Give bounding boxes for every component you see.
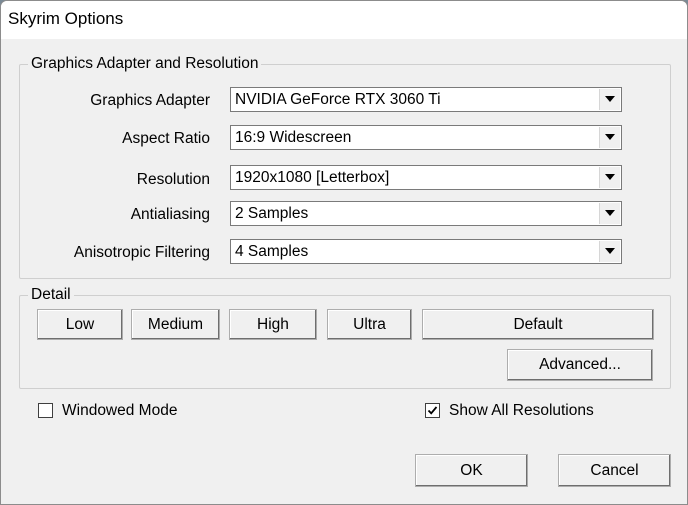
chevron-down-icon[interactable] bbox=[599, 127, 620, 148]
windowed-mode-checkbox[interactable] bbox=[38, 403, 53, 418]
show-all-resolutions-label[interactable]: Show All Resolutions bbox=[449, 402, 594, 420]
cancel-button[interactable]: Cancel bbox=[558, 454, 671, 487]
windowed-mode-label[interactable]: Windowed Mode bbox=[62, 402, 177, 420]
chevron-down-icon[interactable] bbox=[599, 167, 620, 188]
aspect-ratio-label: Aspect Ratio bbox=[122, 130, 210, 147]
high-button-label: High bbox=[257, 315, 289, 333]
resolution-value: 1920x1080 [Letterbox] bbox=[235, 169, 390, 186]
checkmark-icon bbox=[427, 406, 438, 415]
ultra-button-label: Ultra bbox=[353, 315, 386, 333]
antialiasing-value: 2 Samples bbox=[235, 205, 309, 222]
antialiasing-label: Antialiasing bbox=[130, 206, 210, 223]
show-all-resolutions-checkbox[interactable] bbox=[425, 403, 440, 418]
default-preset-button[interactable]: Default bbox=[422, 309, 654, 340]
ok-button[interactable]: OK bbox=[415, 454, 528, 487]
resolution-select[interactable]: 1920x1080 [Letterbox] bbox=[230, 165, 622, 190]
anisotropic-filtering-label: Anisotropic Filtering bbox=[73, 244, 210, 261]
ultra-preset-button[interactable]: Ultra bbox=[327, 309, 412, 340]
default-button-label: Default bbox=[513, 315, 563, 333]
ok-button-label: OK bbox=[460, 461, 483, 479]
chevron-down-icon[interactable] bbox=[599, 89, 620, 110]
medium-button-label: Medium bbox=[147, 315, 204, 333]
detail-group-legend: Detail bbox=[28, 286, 74, 304]
low-button-label: Low bbox=[65, 315, 95, 333]
chevron-down-icon[interactable] bbox=[599, 203, 620, 224]
high-preset-button[interactable]: High bbox=[229, 309, 317, 340]
anisotropic-filtering-value: 4 Samples bbox=[235, 243, 309, 260]
graphics-adapter-group: Graphics Adapter and Resolution Graphics… bbox=[19, 55, 671, 279]
graphics-adapter-select[interactable]: NVIDIA GeForce RTX 3060 Ti bbox=[230, 87, 622, 112]
options-dialog: Skyrim Options Graphics Adapter and Reso… bbox=[0, 0, 688, 505]
antialiasing-select[interactable]: 2 Samples bbox=[230, 201, 622, 226]
graphics-adapter-value: NVIDIA GeForce RTX 3060 Ti bbox=[235, 91, 441, 108]
cancel-button-label: Cancel bbox=[590, 461, 639, 479]
low-preset-button[interactable]: Low bbox=[37, 309, 123, 340]
anisotropic-filtering-select[interactable]: 4 Samples bbox=[230, 239, 622, 264]
aspect-ratio-value: 16:9 Widescreen bbox=[235, 129, 352, 146]
title-bar[interactable]: Skyrim Options bbox=[1, 1, 687, 39]
advanced-button-label: Advanced... bbox=[539, 356, 621, 373]
graphics-group-legend: Graphics Adapter and Resolution bbox=[28, 55, 262, 73]
aspect-ratio-select[interactable]: 16:9 Widescreen bbox=[230, 125, 622, 150]
window-title: Skyrim Options bbox=[8, 9, 124, 28]
chevron-down-icon[interactable] bbox=[599, 241, 620, 262]
graphics-adapter-label: Graphics Adapter bbox=[90, 92, 210, 109]
resolution-label: Resolution bbox=[136, 171, 210, 188]
advanced-button[interactable]: Advanced... bbox=[507, 349, 653, 381]
medium-preset-button[interactable]: Medium bbox=[131, 309, 220, 340]
